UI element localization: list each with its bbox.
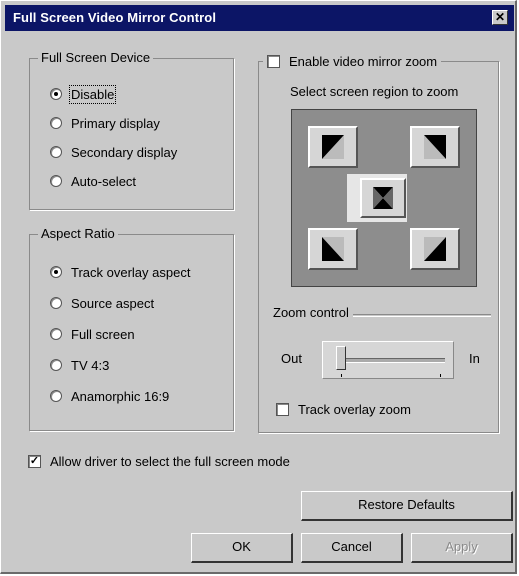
track-overlay-zoom-label: Track overlay zoom bbox=[298, 401, 411, 417]
zoom-out-label: Out bbox=[281, 351, 302, 366]
radio-source-aspect[interactable]: Source aspect bbox=[50, 293, 154, 313]
aspect-ratio-legend: Aspect Ratio bbox=[38, 226, 118, 241]
radio-button-icon[interactable] bbox=[50, 297, 62, 309]
apply-button[interactable]: Apply bbox=[411, 533, 513, 563]
checkbox-icon[interactable] bbox=[267, 54, 280, 68]
allow-driver-checkbox[interactable]: ✓ Allow driver to select the full screen… bbox=[28, 451, 290, 471]
radio-button-icon[interactable] bbox=[50, 175, 62, 187]
top-left-arrow-icon bbox=[322, 135, 344, 159]
zoom-control-label: Zoom control bbox=[273, 305, 349, 320]
allow-driver-label: Allow driver to select the full screen m… bbox=[50, 453, 290, 469]
slider-track bbox=[337, 358, 445, 363]
enable-zoom-label: Enable video mirror zoom bbox=[289, 53, 438, 69]
radio-button-icon[interactable] bbox=[50, 390, 62, 402]
radio-disable[interactable]: Disable bbox=[50, 84, 117, 104]
radio-label: TV 4:3 bbox=[71, 357, 110, 373]
enable-zoom-checkbox[interactable]: Enable video mirror zoom bbox=[263, 51, 442, 71]
cancel-button[interactable]: Cancel bbox=[301, 533, 403, 563]
dialog-window: Full Screen Video Mirror Control ✕ Full … bbox=[0, 0, 517, 574]
zoom-region-label: Select screen region to zoom bbox=[290, 84, 459, 99]
aspect-ratio-group: Aspect Ratio Track overlay aspect Source… bbox=[29, 226, 234, 431]
radio-full-screen[interactable]: Full screen bbox=[50, 324, 135, 344]
bottom-right-arrow-icon bbox=[424, 237, 446, 261]
title-bar[interactable]: Full Screen Video Mirror Control ✕ bbox=[5, 5, 514, 31]
radio-label: Source aspect bbox=[71, 295, 155, 311]
zoom-control-separator bbox=[353, 314, 491, 317]
restore-defaults-button[interactable]: Restore Defaults bbox=[301, 491, 513, 521]
radio-button-icon[interactable] bbox=[50, 146, 62, 158]
radio-auto-select[interactable]: Auto-select bbox=[50, 171, 136, 191]
radio-button-icon[interactable] bbox=[50, 117, 62, 129]
radio-label: Secondary display bbox=[71, 144, 178, 160]
slider-thumb[interactable] bbox=[336, 346, 346, 370]
zoom-region-selector[interactable] bbox=[291, 109, 477, 287]
zoom-bottom-left-button[interactable] bbox=[308, 228, 358, 270]
zoom-bottom-right-button[interactable] bbox=[410, 228, 460, 270]
radio-secondary-display[interactable]: Secondary display bbox=[50, 142, 177, 162]
radio-label: Primary display bbox=[71, 115, 160, 131]
radio-label: Auto-select bbox=[71, 173, 137, 189]
top-right-arrow-icon bbox=[424, 135, 446, 159]
ok-button[interactable]: OK bbox=[191, 533, 293, 563]
radio-label: Full screen bbox=[71, 326, 135, 342]
full-screen-device-group: Full Screen Device Disable Primary displ… bbox=[29, 50, 234, 210]
zoom-top-left-button[interactable] bbox=[308, 126, 358, 168]
zoom-slider[interactable] bbox=[322, 341, 454, 379]
zoom-center-button[interactable] bbox=[360, 178, 406, 218]
zoom-top-right-button[interactable] bbox=[410, 126, 460, 168]
slider-tick bbox=[341, 374, 342, 377]
radio-button-icon[interactable] bbox=[50, 359, 62, 371]
window-title: Full Screen Video Mirror Control bbox=[13, 10, 217, 25]
radio-button-icon[interactable] bbox=[50, 88, 62, 100]
radio-button-icon[interactable] bbox=[50, 266, 62, 278]
center-arrows-icon bbox=[373, 187, 393, 209]
check-mark-icon[interactable]: ✓ bbox=[28, 454, 41, 468]
full-screen-device-legend: Full Screen Device bbox=[38, 50, 154, 65]
bottom-left-arrow-icon bbox=[322, 237, 344, 261]
radio-anamorphic-16-9[interactable]: Anamorphic 16:9 bbox=[50, 386, 169, 406]
checkbox-icon[interactable] bbox=[276, 402, 289, 416]
radio-label: Track overlay aspect bbox=[71, 264, 191, 280]
radio-tv-4-3[interactable]: TV 4:3 bbox=[50, 355, 109, 375]
radio-button-icon[interactable] bbox=[50, 328, 62, 340]
radio-label: Anamorphic 16:9 bbox=[71, 388, 170, 404]
close-icon[interactable]: ✕ bbox=[492, 10, 508, 25]
radio-label: Disable bbox=[68, 84, 117, 104]
slider-tick bbox=[440, 374, 441, 377]
zoom-in-label: In bbox=[469, 351, 480, 366]
radio-track-overlay-aspect[interactable]: Track overlay aspect bbox=[50, 262, 190, 282]
radio-primary-display[interactable]: Primary display bbox=[50, 113, 160, 133]
track-overlay-zoom-checkbox[interactable]: Track overlay zoom bbox=[276, 399, 411, 419]
